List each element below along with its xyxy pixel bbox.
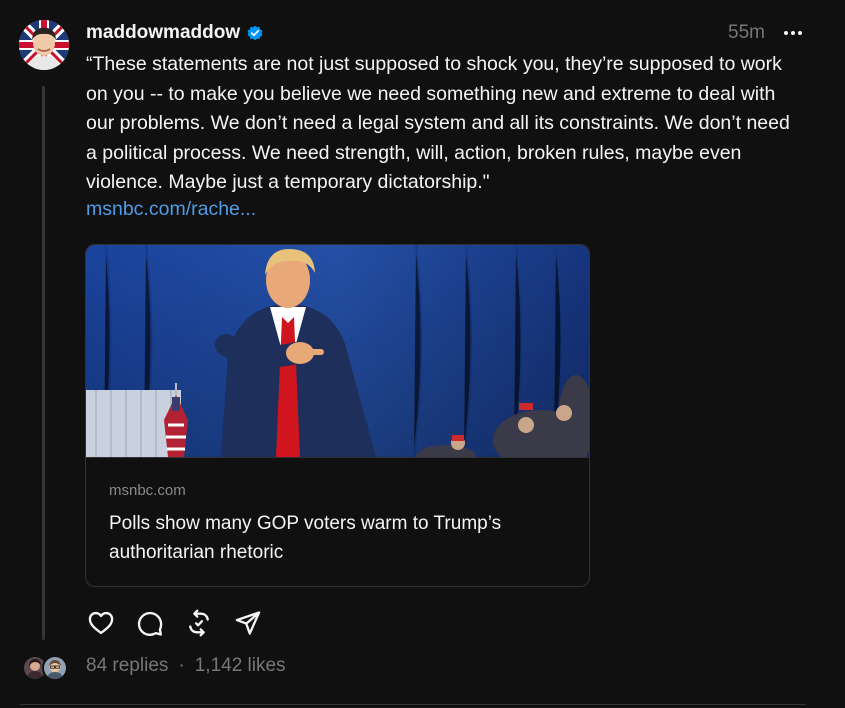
stats-separator: · — [178, 655, 185, 676]
link-preview-card[interactable]: msnbc.com Polls show many GOP voters war… — [85, 244, 590, 587]
more-options-icon[interactable] — [782, 23, 804, 43]
post-header: maddowmaddow 55m — [86, 18, 806, 48]
verified-badge-icon — [246, 24, 264, 42]
post-link[interactable]: msnbc.com/rache... — [86, 195, 256, 224]
post-stats: 84 replies · 1,142 likes — [86, 655, 286, 677]
thread-post: maddowmaddow 55m “These statements are n… — [0, 0, 845, 708]
post-actions — [86, 608, 282, 638]
share-button[interactable] — [233, 608, 263, 638]
replies-count[interactable]: 84 replies — [86, 655, 168, 677]
reply-button[interactable] — [135, 608, 165, 638]
link-preview-title: Polls show many GOP voters warm to Trump… — [109, 513, 502, 563]
author-avatar[interactable] — [19, 20, 69, 70]
post-divider — [20, 704, 806, 705]
likes-count[interactable]: 1,142 likes — [195, 655, 286, 677]
thread-line — [42, 86, 45, 640]
post-body-text: “These statements are not just supposed … — [86, 53, 790, 193]
comment-icon — [137, 611, 163, 636]
link-preview-image — [86, 245, 589, 470]
replier-avatar — [42, 655, 68, 681]
like-button[interactable] — [86, 608, 116, 638]
repost-button[interactable] — [184, 608, 214, 638]
repost-icon — [189, 609, 209, 637]
link-preview-domain: msnbc.com — [109, 482, 186, 499]
post-timestamp[interactable]: 55m — [728, 22, 765, 44]
share-icon — [235, 611, 261, 635]
heart-icon — [88, 611, 114, 635]
replier-avatars[interactable] — [22, 655, 68, 681]
author-username[interactable]: maddowmaddow — [86, 22, 240, 44]
